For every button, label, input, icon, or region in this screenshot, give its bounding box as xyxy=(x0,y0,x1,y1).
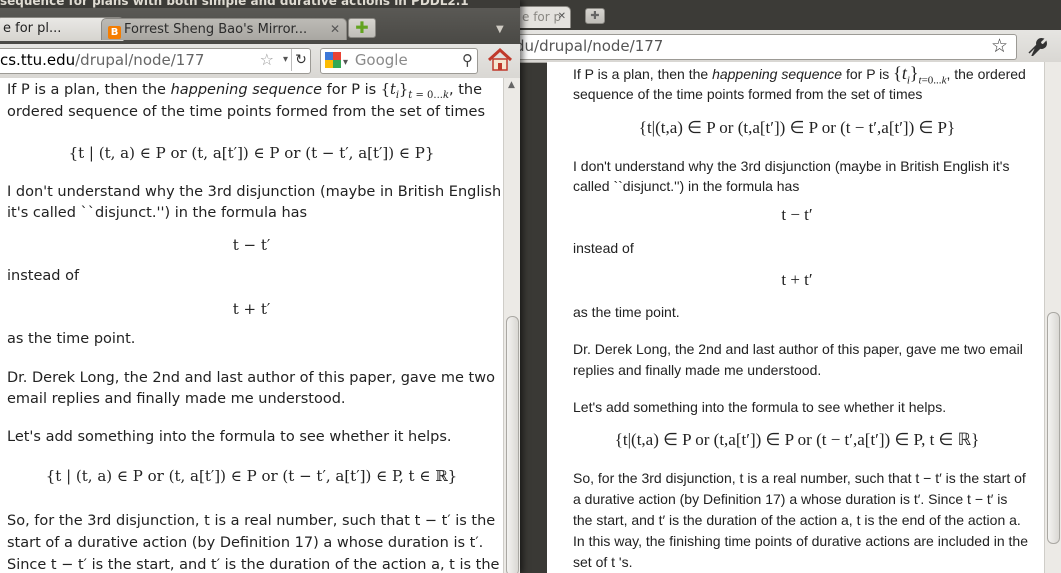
paragraph: it's called ``disjunct.'') in the formul… xyxy=(7,205,308,221)
home-icon[interactable] xyxy=(486,47,514,73)
blogger-icon: B xyxy=(108,26,121,39)
search-engine-box[interactable]: ▾ Google ⚲ xyxy=(320,48,478,74)
paragraph: as the time point. xyxy=(7,331,136,347)
front-page-content: If P is a plan, then the happening seque… xyxy=(0,78,503,573)
back-tab[interactable]: e for p ✕ xyxy=(515,6,571,28)
bookmark-star-icon[interactable]: ☆ xyxy=(991,35,1008,57)
google-icon[interactable] xyxy=(325,52,341,68)
back-address-bar[interactable]: du/drupal/node/177 ☆ xyxy=(515,34,1017,60)
back-paragraph: set of t 's. xyxy=(573,554,633,570)
back-paragraph: I don't understand why the 3rd disjuncti… xyxy=(573,158,1010,174)
paragraph: Since t − t′ is the start, and t′ is the… xyxy=(7,557,500,573)
back-math-formula: t + t′ xyxy=(781,270,813,289)
back-paragraph: sequence of the time points formed from … xyxy=(573,86,923,102)
url-host: cs.ttu.edu xyxy=(0,51,76,69)
search-engine-dropdown-icon[interactable]: ▾ xyxy=(343,57,348,68)
math-formula: t + t′ xyxy=(232,300,271,318)
paragraph: email replies and finally made me unders… xyxy=(7,391,346,407)
math-formula: {t | (t, a) ∈ P or (t, a[t′]) ∈ P or (t … xyxy=(68,144,435,162)
back-scrollbar-thumb[interactable] xyxy=(1047,312,1060,544)
back-new-tab-button[interactable]: ✚ xyxy=(585,8,605,24)
paragraph: ordered sequence of the time points form… xyxy=(7,104,486,120)
back-math-formula: {t|(t,a) ∈ P or (t,a[t′]) ∈ P or (t − t′… xyxy=(614,430,980,449)
back-browser-window: e for p ✕ ✚ du/drupal/node/177 ☆ If P is… xyxy=(515,0,1061,573)
url-path: /drupal/node/177 xyxy=(75,51,205,69)
back-paragraph: Dr. Derek Long, the 2nd and last author … xyxy=(573,341,1023,357)
paragraph: Let's add something into the formula to … xyxy=(7,429,452,445)
front-scrollbar[interactable]: ▲ xyxy=(503,78,520,573)
paragraph: I don't understand why the 3rd disjuncti… xyxy=(7,184,502,200)
search-placeholder: Google xyxy=(354,51,408,69)
paragraph: instead of xyxy=(7,268,80,284)
paragraph: So, for the 3rd disjunction, t is a real… xyxy=(7,513,496,529)
new-tab-button[interactable]: ✚ xyxy=(348,18,376,38)
back-paragraph: the start, and t′ is the duration of the… xyxy=(573,512,1021,528)
front-scrollbar-thumb[interactable] xyxy=(506,316,519,573)
back-paragraph: as the time point. xyxy=(573,304,680,320)
back-url-text: du/drupal/node/177 xyxy=(515,37,664,55)
back-tab-label: e for p xyxy=(522,10,562,24)
math-formula: {t | (t, a) ∈ P or (t, a[t′]) ∈ P or (t … xyxy=(45,467,458,485)
tab-blogger-close-icon[interactable]: ✕ xyxy=(330,19,340,40)
back-toolbar: du/drupal/node/177 ☆ xyxy=(515,30,1061,63)
wrench-menu-icon[interactable] xyxy=(1025,36,1047,57)
back-page-content: If P is a plan, then the happening seque… xyxy=(547,62,1047,573)
front-toolbar: cs.ttu.edu/drupal/node/177 ☆ ▾ ↻ ▾ Googl… xyxy=(0,44,520,79)
back-paragraph: replies and finally made me understood. xyxy=(573,362,822,378)
back-math-formula: t − t′ xyxy=(781,205,813,224)
back-paragraph: instead of xyxy=(573,240,634,256)
tab-blogger[interactable]: B Forrest Sheng Bao's Mirror... ✕ xyxy=(101,18,347,40)
back-scrollbar[interactable] xyxy=(1044,62,1061,573)
back-paragraph: In this way, the finishing time points o… xyxy=(573,533,1028,549)
scroll-up-arrow-icon[interactable]: ▲ xyxy=(508,80,515,90)
bookmark-star-icon[interactable]: ☆ xyxy=(260,49,274,71)
paragraph: Dr. Derek Long, the 2nd and last author … xyxy=(7,370,495,386)
back-paragraph: a durative action (by Definition 17) a w… xyxy=(573,491,1008,507)
front-window-title: sequence for plans with both simple and … xyxy=(0,0,520,8)
dropdown-arrow-icon[interactable]: ▾ xyxy=(283,49,288,71)
front-address-bar[interactable]: cs.ttu.edu/drupal/node/177 ☆ ▾ ↻ xyxy=(0,48,311,74)
front-tab-strip: e for pl... ✕ BForrest Sheng Bao's Mirro… xyxy=(0,8,520,44)
front-browser-window: sequence for plans with both simple and … xyxy=(0,0,520,573)
reload-icon[interactable]: ↻ xyxy=(291,49,310,71)
paragraph: start of a durative action (by Definitio… xyxy=(7,535,484,551)
back-paragraph: called ``disjunct.'') in the formula has xyxy=(573,178,800,194)
back-paragraph: So, for the 3rd disjunction, t is a real… xyxy=(573,470,1026,486)
back-math-formula: {t|(t,a) ∈ P or (t,a[t′]) ∈ P or (t − t′… xyxy=(638,118,956,137)
magnifier-icon[interactable]: ⚲ xyxy=(462,49,473,71)
math-formula: t − t′ xyxy=(232,236,271,254)
tab-blogger-label: Forrest Sheng Bao's Mirror... xyxy=(124,22,308,37)
tab-overflow-icon[interactable]: ▼ xyxy=(496,24,504,35)
back-paragraph: Let's add something into the formula to … xyxy=(573,399,947,415)
back-tab-close-icon[interactable]: ✕ xyxy=(558,7,566,27)
tab-active-label: e for pl... xyxy=(3,21,62,36)
